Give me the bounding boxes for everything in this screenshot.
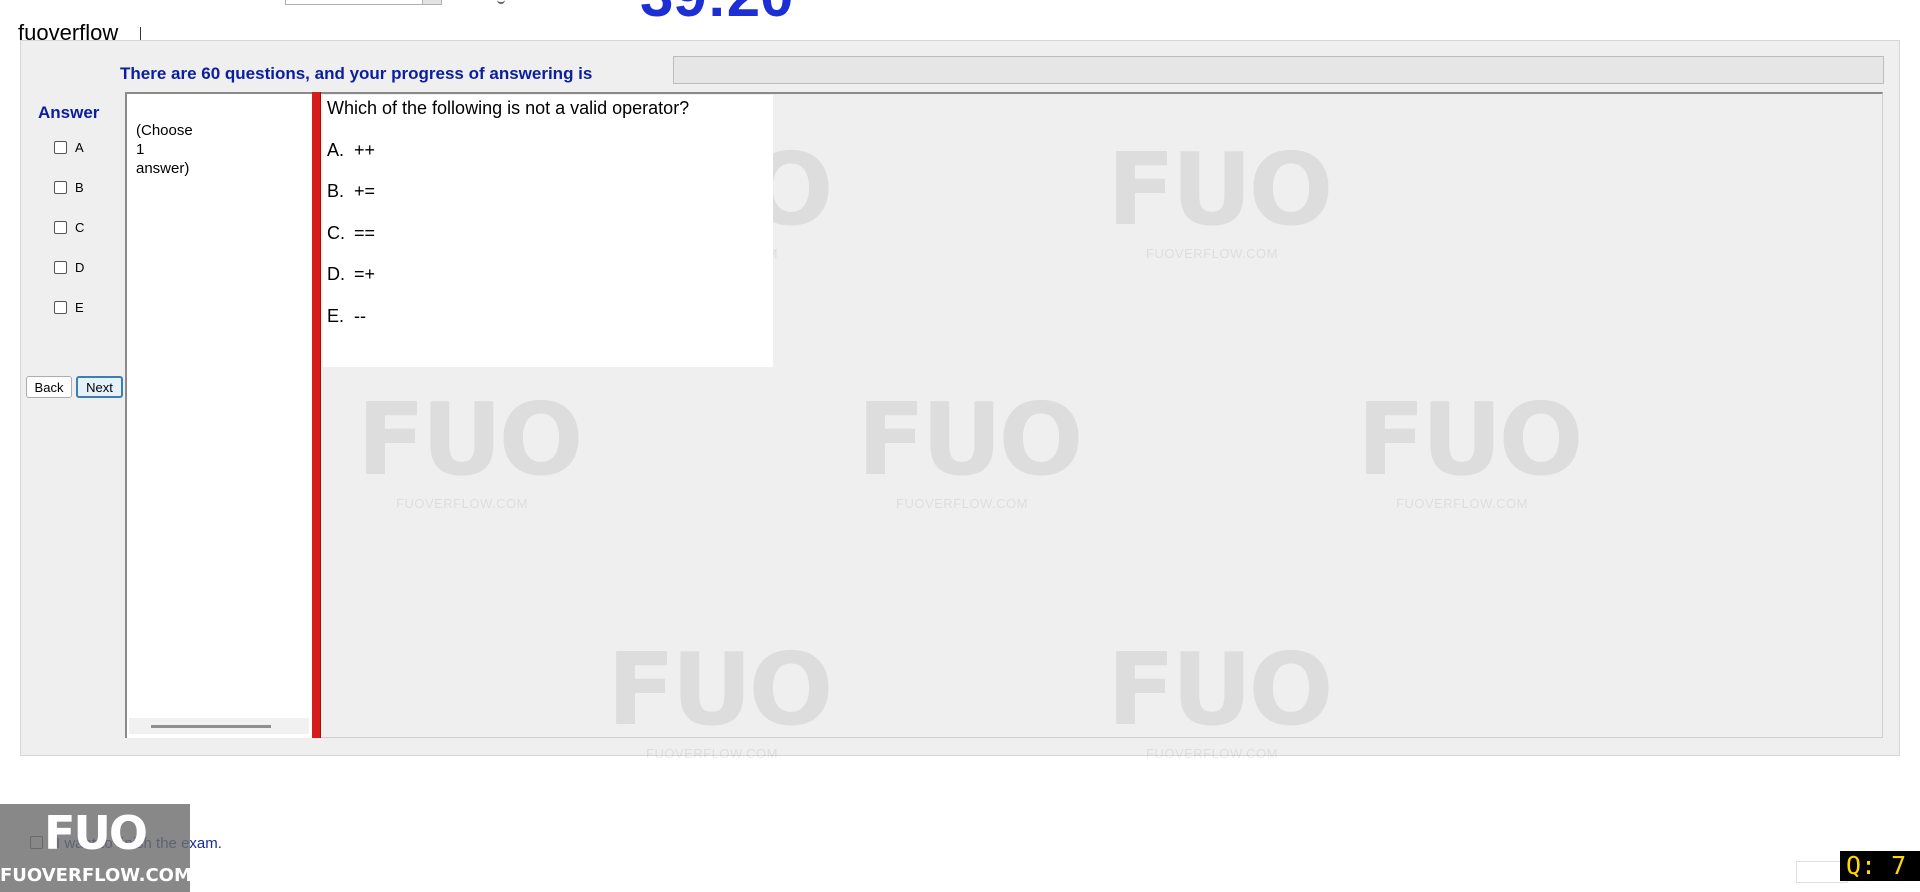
splitter-bar[interactable] [312, 92, 321, 738]
choose-hint-panel: (Choose 1 answer) [125, 92, 312, 738]
answer-option-label: D [75, 259, 85, 275]
choose-hint-text: (Choose 1 answer) [136, 122, 193, 177]
answer-option-label: A [75, 139, 84, 155]
question-counter: Q: 7 [1840, 851, 1920, 881]
progress-label: There are 60 questions, and your progres… [120, 64, 593, 83]
question-option-letter: E. [327, 306, 345, 326]
top-indicator-icon [497, 0, 505, 4]
answer-title: Answer [38, 103, 100, 122]
answer-option-d[interactable]: D [54, 258, 84, 276]
answer-option-label: B [75, 179, 84, 195]
question-option: C. == [327, 223, 375, 244]
question-option: E. -- [327, 306, 366, 327]
answer-checkbox[interactable] [54, 140, 67, 154]
dropdown-arrow-icon[interactable] [422, 0, 441, 4]
question-content-box [323, 95, 773, 367]
question-option: A. ++ [327, 140, 375, 161]
answer-option-b[interactable]: B [54, 178, 84, 196]
question-text: Which of the following is not a valid op… [327, 98, 690, 118]
question-option-text: += [354, 181, 376, 201]
progress-bar [673, 56, 1884, 84]
question-option-letter: A. [327, 140, 345, 160]
back-button[interactable]: Back [26, 376, 72, 398]
question-option-letter: B. [327, 181, 345, 201]
answer-checkbox[interactable] [54, 300, 67, 314]
answer-option-a[interactable]: A [54, 138, 84, 156]
logo-mark: FUO [44, 806, 148, 860]
question-option-letter: D. [327, 264, 345, 284]
fuoverflow-logo: FUO FUOVERFLOW.COM [0, 804, 192, 892]
question-option-letter: C. [327, 223, 345, 243]
question-option-text: == [354, 223, 376, 243]
next-button[interactable]: Next [76, 376, 123, 398]
question-option: D. =+ [327, 264, 375, 285]
answer-option-label: E [75, 299, 84, 315]
question-option: B. += [327, 181, 375, 202]
question-option-text: -- [354, 306, 366, 326]
answer-checkbox[interactable] [54, 260, 67, 274]
question-option-text: ++ [354, 140, 376, 160]
answer-option-label: C [75, 219, 85, 235]
countdown-timer: 39:20 [640, 0, 793, 26]
answer-option-e[interactable]: E [54, 298, 84, 316]
scrollbar-thumb[interactable] [151, 725, 271, 728]
answer-option-c[interactable]: C [54, 218, 84, 236]
horizontal-scrollbar[interactable] [129, 718, 309, 734]
logo-text: FUOVERFLOW.COM [0, 865, 192, 886]
answer-checkbox[interactable] [54, 220, 67, 234]
question-option-text: =+ [354, 264, 376, 284]
answer-checkbox[interactable] [54, 180, 67, 194]
exam-code-dropdown[interactable] [285, 0, 442, 5]
